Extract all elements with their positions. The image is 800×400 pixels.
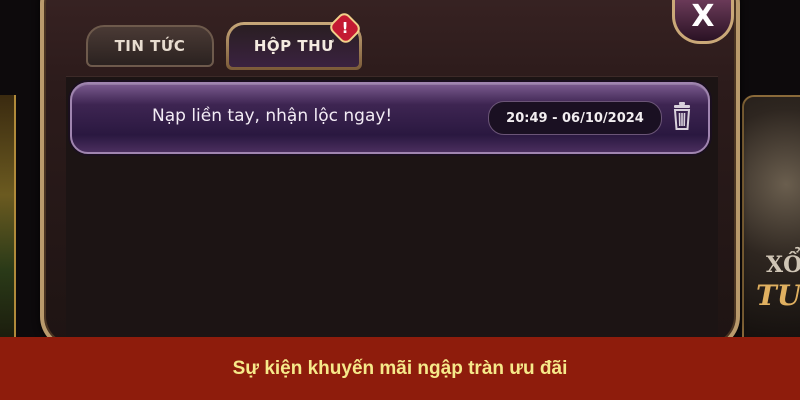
background-card-text-line1: XỔ: [766, 252, 800, 278]
background-game-card-right: XỔ TU: [742, 95, 800, 349]
background-card-text-line2: TU: [756, 279, 800, 312]
background-game-card-left: [0, 95, 16, 345]
message-row[interactable]: Nạp liền tay, nhận lộc ngay! 20:49 - 06/…: [70, 82, 710, 154]
close-icon: X: [691, 0, 715, 34]
message-timestamp: 20:49 - 06/10/2024: [488, 101, 662, 135]
promo-banner-text: Sự kiện khuyến mãi ngập tràn ưu đãi: [232, 357, 568, 379]
promo-banner: Sự kiện khuyến mãi ngập tràn ưu đãi: [0, 337, 800, 400]
alert-badge-mark: !: [341, 19, 349, 37]
trash-icon[interactable]: [672, 102, 692, 130]
message-title: Nạp liền tay, nhận lộc ngay!: [152, 106, 393, 126]
tab-news-label: TIN TỨC: [114, 37, 186, 55]
message-timestamp-text: 20:49 - 06/10/2024: [506, 110, 644, 126]
tab-news[interactable]: TIN TỨC: [86, 25, 214, 67]
tab-inbox-label: HỘP THƯ: [253, 37, 335, 55]
